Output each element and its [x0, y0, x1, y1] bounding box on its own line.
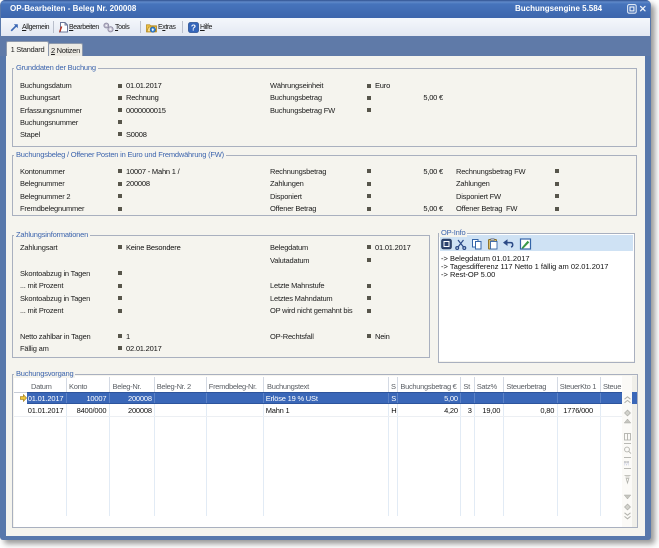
svg-text:?: ?: [191, 22, 196, 32]
